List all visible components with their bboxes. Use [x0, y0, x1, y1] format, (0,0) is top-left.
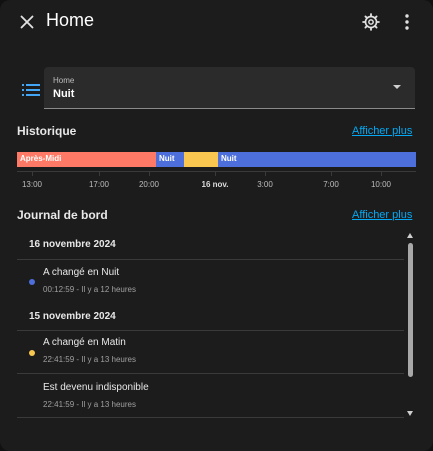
state-select[interactable]: Home Nuit — [44, 67, 415, 109]
axis-tick — [331, 172, 332, 176]
segment-label: Nuit — [221, 154, 237, 163]
divider — [17, 259, 404, 260]
logbook-list[interactable]: 16 novembre 2024 A changé en Nuit 00:12:… — [17, 230, 404, 420]
divider — [17, 330, 404, 331]
logbook-entry-title: Est devenu indisponible — [43, 382, 149, 393]
axis-tick — [32, 172, 33, 176]
gear-icon[interactable] — [361, 12, 381, 32]
segment-label: Après-Midi — [20, 154, 62, 163]
timeline-segment-matin[interactable] — [184, 152, 218, 167]
axis-tick-label: 17:00 — [88, 180, 110, 189]
logbook-entry-time[interactable]: 00:12:59 - Il y a 12 heures — [43, 285, 136, 294]
list-icon — [22, 84, 40, 96]
more-info-dialog: Home Home Nuit Historique Afficher plus … — [0, 0, 433, 451]
scroll-up-arrow-icon[interactable] — [407, 233, 413, 238]
axis-tick-label: 3:00 — [257, 180, 273, 189]
scrollbar-thumb[interactable] — [408, 243, 413, 377]
scroll-down-arrow-icon[interactable] — [407, 411, 413, 416]
divider — [17, 373, 404, 374]
logbook-entry-time[interactable]: 22:41:59 - Il y a 13 heures — [43, 355, 136, 364]
axis-tick — [99, 172, 100, 176]
segment-label: Nuit — [159, 154, 175, 163]
logbook-entry-title: A changé en Nuit — [43, 267, 120, 278]
more-vertical-icon[interactable] — [398, 12, 416, 32]
axis-tick — [265, 172, 266, 176]
select-label: Home — [53, 76, 75, 85]
logbook-entry-title: A changé en Matin — [43, 337, 126, 348]
history-timeline[interactable]: Après-Midi Nuit Nuit — [17, 152, 416, 167]
axis-tick — [149, 172, 150, 176]
divider — [17, 417, 404, 418]
state-dot — [29, 279, 35, 285]
logbook-title: Journal de bord — [17, 208, 108, 222]
axis-tick — [215, 172, 216, 176]
axis-tick-label: 10:00 — [370, 180, 392, 189]
axis-tick-label: 16 nov. — [201, 180, 229, 189]
chevron-down-icon — [393, 85, 401, 89]
logbook-entry-time[interactable]: 22:41:59 - Il y a 13 heures — [43, 400, 136, 409]
history-title: Historique — [17, 124, 77, 138]
axis-tick — [381, 172, 382, 176]
axis-tick-label: 20:00 — [138, 180, 160, 189]
timeline-axis — [17, 171, 416, 172]
history-show-more-link[interactable]: Afficher plus — [352, 125, 412, 137]
timeline-segment-apres-midi[interactable]: Après-Midi — [17, 152, 156, 167]
state-dot — [29, 350, 35, 356]
dialog-title: Home — [46, 10, 95, 30]
select-value: Nuit — [53, 88, 75, 100]
timeline-segment-nuit[interactable]: Nuit — [156, 152, 184, 167]
close-icon[interactable] — [16, 11, 38, 33]
logbook-date-header: 15 novembre 2024 — [29, 311, 116, 322]
timeline-segment-nuit[interactable]: Nuit — [218, 152, 416, 167]
axis-tick-label: 7:00 — [323, 180, 339, 189]
dialog-header: Home — [0, 0, 433, 44]
logbook-scrollbar[interactable] — [408, 243, 413, 407]
logbook-date-header: 16 novembre 2024 — [29, 239, 116, 250]
axis-tick-label: 13:00 — [21, 180, 43, 189]
logbook-show-more-link[interactable]: Afficher plus — [352, 209, 412, 221]
